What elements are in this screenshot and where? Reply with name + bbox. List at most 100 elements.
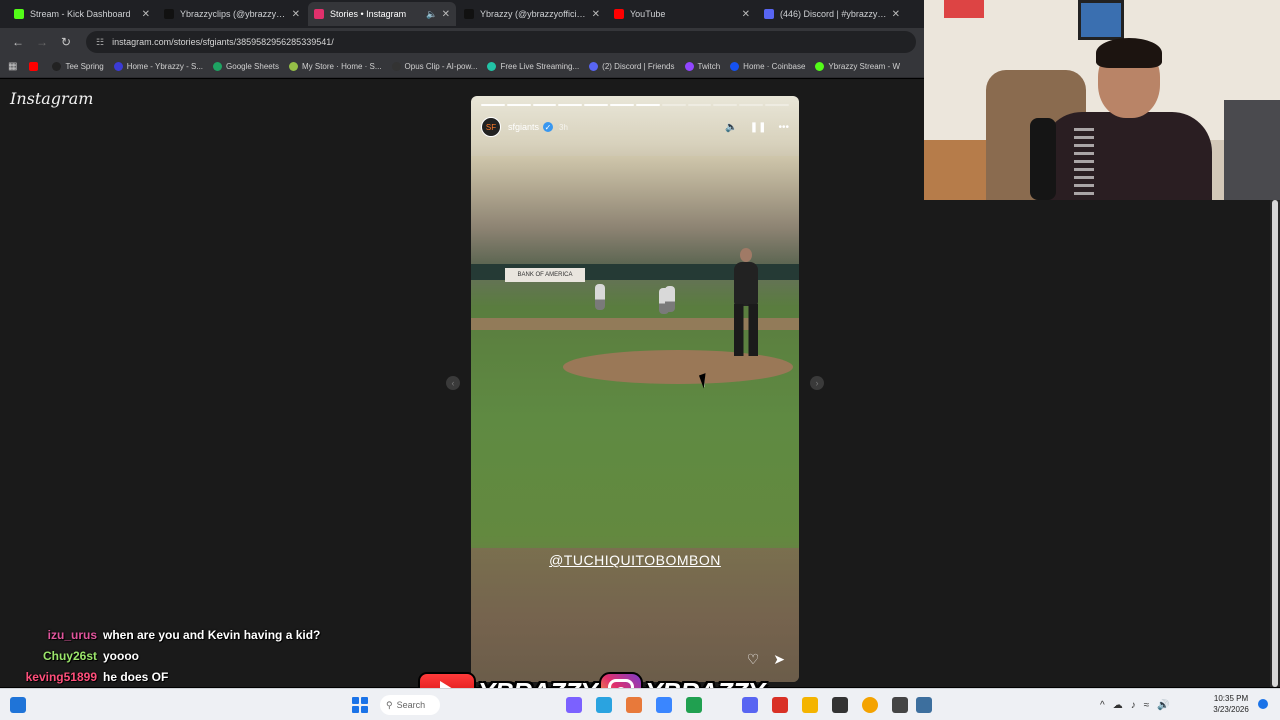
wall-poster <box>1078 0 1124 40</box>
close-tab-icon[interactable]: ✕ <box>442 9 450 20</box>
story-progress-segment <box>635 104 660 106</box>
start-button-icon[interactable] <box>352 697 368 713</box>
browser-tab[interactable]: Ybrazzy (@ybrazzyofficial) | ✕ <box>458 2 606 26</box>
story-progress-segment <box>739 104 764 106</box>
bookmark-item[interactable]: Free Live Streaming... <box>487 62 579 71</box>
close-tab-icon[interactable]: ✕ <box>292 9 300 20</box>
wifi-icon[interactable]: ≈ <box>1144 700 1150 711</box>
bookmark-item[interactable]: My Store · Home · S... <box>288 62 382 71</box>
taskbar-search[interactable]: ⚲ Search <box>380 695 440 715</box>
more-options-icon[interactable]: ••• <box>778 122 789 133</box>
bookmark-item[interactable]: Home · Coinbase <box>730 62 805 71</box>
chat-message: Chuy26st yoooo <box>0 645 400 666</box>
system-tray: ^ ☁ ♪ ≈ 🔊 <box>1100 689 1170 720</box>
screen: Stream - Kick Dashboard ✕ Ybrazzyclips (@y… <box>0 0 1280 720</box>
browser-tab-strip: Stream - Kick Dashboard ✕ Ybrazzyclips (@y… <box>0 0 924 28</box>
taskbar-search-placeholder: Search <box>396 700 426 710</box>
bookmark-item[interactable]: Twitch <box>684 62 720 71</box>
chat-username: keving51899 <box>25 669 97 684</box>
page-scrollbar[interactable] <box>1270 200 1280 687</box>
app-icon[interactable] <box>802 697 818 713</box>
browser-tab[interactable]: (446) Discord | #ybrazzy | LO ✕ <box>758 2 906 26</box>
close-tab-icon[interactable]: ✕ <box>742 9 750 20</box>
story-progress-segment <box>506 104 531 106</box>
browser-tab[interactable]: Ybrazzyclips (@ybrazzyclips) ✕ <box>158 2 306 26</box>
mute-icon[interactable]: 🔈 <box>725 122 737 133</box>
reload-icon[interactable]: ↻ <box>56 32 76 52</box>
close-tab-icon[interactable]: ✕ <box>892 9 900 20</box>
app-icon[interactable] <box>596 697 612 713</box>
address-bar[interactable]: ☷ instagram.com/stories/sfgiants/3859582… <box>86 31 916 53</box>
microphone-icon[interactable]: ♪ <box>1131 700 1136 711</box>
close-tab-icon[interactable]: ✕ <box>592 9 600 20</box>
pause-icon[interactable]: ❚❚ <box>750 122 767 133</box>
bookmark-label: Tee Spring <box>65 62 104 71</box>
bookmark-item[interactable]: Tee Spring <box>52 62 104 71</box>
like-heart-icon[interactable]: ♡ <box>747 651 760 668</box>
chat-text: yoooo <box>103 648 139 663</box>
app-icon[interactable] <box>832 697 848 713</box>
story-mention-link[interactable]: @TUCHIQUITOBOMBON <box>471 552 799 568</box>
forward-icon[interactable]: → <box>32 32 52 52</box>
story-progress-segment <box>713 104 738 106</box>
browser-tab[interactable]: Stream - Kick Dashboard ✕ <box>8 2 156 26</box>
previous-story-button[interactable]: ‹ <box>446 376 460 390</box>
microphone <box>1030 118 1056 200</box>
scrollbar-thumb[interactable] <box>1272 200 1278 687</box>
tab-title: Ybrazzy (@ybrazzyofficial) | <box>480 9 588 19</box>
story-username[interactable]: sfgiants <box>508 122 539 132</box>
bookmark-label: Home - Ybrazzy - S... <box>126 62 204 71</box>
clock-time: 10:35 PM <box>1213 694 1249 703</box>
app-icon[interactable] <box>686 697 702 713</box>
windows-taskbar: ⚲ Search ^ ☁ ♪ ≈ 🔊 10:35 PM 3/23/2026 <box>0 688 1280 720</box>
bookmark-favicon-icon <box>52 62 62 71</box>
tab-audio-icon[interactable]: 🔈 <box>426 9 437 20</box>
story-progress-segment <box>584 104 609 106</box>
chat-text: when are you and Kevin having a kid? <box>103 627 321 642</box>
close-tab-icon[interactable]: ✕ <box>142 9 150 20</box>
apps-grid-icon[interactable]: ▦ <box>8 61 17 72</box>
bookmark-label: Google Sheets <box>226 62 279 71</box>
bookmark-favicon-icon <box>684 62 694 71</box>
notification-icon[interactable] <box>1258 699 1268 709</box>
site-info-icon[interactable]: ☷ <box>96 37 104 48</box>
chrome-icon[interactable] <box>862 697 878 713</box>
streamer-body <box>1042 112 1212 200</box>
app-icon[interactable] <box>656 697 672 713</box>
stream-chat-overlay: izu_urus when are you and Kevin having a … <box>0 624 400 687</box>
tab-title: YouTube <box>630 9 666 19</box>
app-icon[interactable] <box>772 697 788 713</box>
app-icon[interactable] <box>626 697 642 713</box>
bookmark-item[interactable]: Home - Ybrazzy - S... <box>113 62 204 71</box>
story-card[interactable]: BANK OF AMERICA SF sfgiants ✓ 3h 🔈 ❚❚ ••… <box>471 96 799 682</box>
network-icon[interactable]: ☁ <box>1113 700 1123 711</box>
tab-title: Ybrazzyclips (@ybrazzyclips) <box>180 9 288 19</box>
calculator-icon[interactable] <box>916 697 932 713</box>
bookmark-item[interactable]: Opus Clip - AI-pow... <box>391 62 477 71</box>
story-progress-segment <box>558 104 583 106</box>
tab-favicon-icon <box>164 9 174 19</box>
browser-tab[interactable]: YouTube ✕ <box>608 2 756 26</box>
widgets-icon[interactable] <box>10 697 26 713</box>
next-story-button[interactable]: › <box>810 376 824 390</box>
taskbar-clock[interactable]: 10:35 PM 3/23/2026 <box>1206 693 1256 715</box>
tab-title: (446) Discord | #ybrazzy | LO <box>780 9 888 19</box>
story-progress-segment <box>661 104 686 106</box>
bookmark-item[interactable]: Ybrazzy Stream - W <box>815 62 900 71</box>
back-icon[interactable]: ← <box>8 32 28 52</box>
app-icon[interactable] <box>566 697 582 713</box>
chat-username: izu_urus <box>47 627 97 642</box>
wall-poster <box>944 0 984 18</box>
browser-tab[interactable]: Stories • Instagram 🔈 ✕ <box>308 2 456 26</box>
share-send-icon[interactable]: ➤ <box>773 651 785 668</box>
instagram-logo[interactable]: Instagram <box>10 89 93 108</box>
youtube-bookmark-icon[interactable] <box>29 62 42 71</box>
chevron-up-icon[interactable]: ^ <box>1100 700 1105 711</box>
bookmark-item[interactable]: Google Sheets <box>213 62 279 71</box>
search-icon: ⚲ <box>386 699 393 710</box>
bookmark-item[interactable]: (2) Discord | Friends <box>589 62 675 71</box>
discord-icon[interactable] <box>742 697 758 713</box>
obs-icon[interactable] <box>892 697 908 713</box>
volume-icon[interactable]: 🔊 <box>1157 700 1169 711</box>
sfgiants-avatar[interactable]: SF <box>481 117 501 137</box>
